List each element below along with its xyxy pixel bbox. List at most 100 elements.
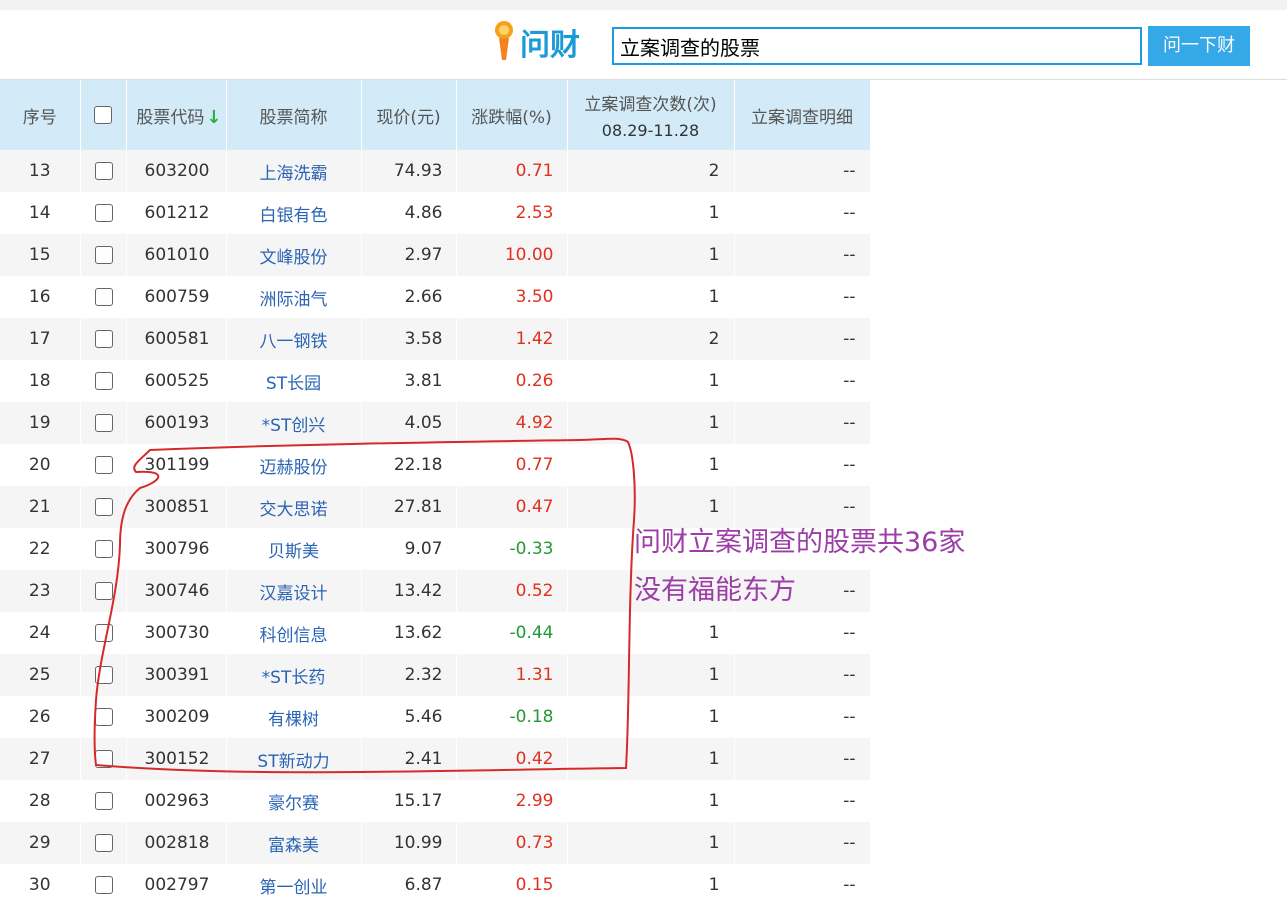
header-change[interactable]: 涨跌幅(%) [456,80,568,150]
wencai-logo[interactable]: 问财 [490,18,586,63]
row-checkbox[interactable] [94,330,113,348]
row-checkbox[interactable] [94,750,113,768]
stock-name-link[interactable]: ST长园 [226,360,362,402]
header-detail[interactable]: 立案调查明细 [734,80,871,150]
row-checkbox[interactable] [94,876,113,894]
investigation-detail[interactable]: -- [734,150,871,192]
stock-name-link[interactable]: 洲际油气 [226,276,362,318]
row-checkbox-cell[interactable] [80,528,127,570]
stock-name-link[interactable]: ST新动力 [226,738,362,780]
table-row[interactable]: 15 601010 文峰股份 2.97 10.00 1 -- [0,234,1287,276]
table-row[interactable]: 19 600193 *ST创兴 4.05 4.92 1 -- [0,402,1287,444]
table-row[interactable]: 20 301199 迈赫股份 22.18 0.77 1 -- [0,444,1287,486]
stock-name-link[interactable]: 汉嘉设计 [226,570,362,612]
investigation-detail[interactable]: -- [734,402,871,444]
row-checkbox-cell[interactable] [80,318,127,360]
row-checkbox[interactable] [94,372,113,390]
stock-name-link[interactable]: 第一创业 [226,864,362,906]
stock-name-link[interactable]: *ST创兴 [226,402,362,444]
header-index: 序号 [0,80,81,150]
table-row[interactable]: 16 600759 洲际油气 2.66 3.50 1 -- [0,276,1287,318]
row-checkbox[interactable] [94,540,113,558]
table-row[interactable]: 26 300209 有棵树 5.46 -0.18 1 -- [0,696,1287,738]
row-checkbox-cell[interactable] [80,276,127,318]
stock-name-link[interactable]: 八一钢铁 [226,318,362,360]
investigation-detail[interactable]: -- [734,696,871,738]
header-code[interactable]: 股票代码 ↓ [126,80,227,150]
row-checkbox[interactable] [94,792,113,810]
table-row[interactable]: 27 300152 ST新动力 2.41 0.42 1 -- [0,738,1287,780]
investigation-detail[interactable]: -- [734,318,871,360]
stock-name-link[interactable]: 白银有色 [226,192,362,234]
investigation-detail[interactable]: -- [734,822,871,864]
stock-name-link[interactable]: 交大思诺 [226,486,362,528]
stock-code: 600581 [126,318,227,360]
investigation-detail[interactable]: -- [734,192,871,234]
stock-name-link[interactable]: 文峰股份 [226,234,362,276]
table-row[interactable]: 17 600581 八一钢铁 3.58 1.42 2 -- [0,318,1287,360]
header-select-all[interactable] [80,80,127,150]
investigation-detail[interactable]: -- [734,612,871,654]
row-checkbox-cell[interactable] [80,654,127,696]
row-checkbox[interactable] [94,288,113,306]
row-checkbox-cell[interactable] [80,360,127,402]
row-checkbox[interactable] [94,414,113,432]
row-index: 28 [0,780,81,822]
stock-name-link[interactable]: 富森美 [226,822,362,864]
stock-name-link[interactable]: 迈赫股份 [226,444,362,486]
investigation-detail[interactable]: -- [734,444,871,486]
investigation-detail[interactable]: -- [734,780,871,822]
row-checkbox-cell[interactable] [80,444,127,486]
row-index: 15 [0,234,81,276]
row-checkbox[interactable] [94,162,113,180]
investigation-detail[interactable]: -- [734,276,871,318]
stock-name-link[interactable]: 贝斯美 [226,528,362,570]
header-name[interactable]: 股票简称 [226,80,362,150]
row-checkbox[interactable] [94,246,113,264]
table-row[interactable]: 28 002963 豪尔赛 15.17 2.99 1 -- [0,780,1287,822]
row-checkbox[interactable] [94,666,113,684]
row-checkbox[interactable] [94,834,113,852]
row-checkbox-cell[interactable] [80,780,127,822]
row-checkbox[interactable] [94,624,113,642]
row-checkbox[interactable] [94,708,113,726]
table-row[interactable]: 25 300391 *ST长药 2.32 1.31 1 -- [0,654,1287,696]
table-row[interactable]: 29 002818 富森美 10.99 0.73 1 -- [0,822,1287,864]
search-button[interactable]: 问一下财 [1148,26,1250,66]
row-checkbox-cell[interactable] [80,696,127,738]
table-row[interactable]: 14 601212 白银有色 4.86 2.53 1 -- [0,192,1287,234]
row-checkbox-cell[interactable] [80,864,127,906]
row-checkbox[interactable] [94,456,113,474]
table-row[interactable]: 13 603200 上海洗霸 74.93 0.71 2 -- [0,150,1287,192]
investigation-detail[interactable]: -- [734,738,871,780]
table-row[interactable]: 24 300730 科创信息 13.62 -0.44 1 -- [0,612,1287,654]
row-checkbox-cell[interactable] [80,150,127,192]
row-checkbox-cell[interactable] [80,192,127,234]
row-checkbox-cell[interactable] [80,402,127,444]
select-all-checkbox[interactable] [94,106,112,124]
row-checkbox-cell[interactable] [80,822,127,864]
table-row[interactable]: 30 002797 第一创业 6.87 0.15 1 -- [0,864,1287,906]
row-checkbox[interactable] [94,204,113,222]
stock-name-link[interactable]: 科创信息 [226,612,362,654]
row-checkbox[interactable] [94,498,113,516]
investigation-detail[interactable]: -- [734,360,871,402]
row-checkbox-cell[interactable] [80,738,127,780]
stock-name-link[interactable]: 上海洗霸 [226,150,362,192]
stock-name-link[interactable]: *ST长药 [226,654,362,696]
stock-name-link[interactable]: 豪尔赛 [226,780,362,822]
row-checkbox-cell[interactable] [80,234,127,276]
row-checkbox-cell[interactable] [80,570,127,612]
header-price[interactable]: 现价(元) [361,80,457,150]
header-count[interactable]: 立案调查次数(次) 08.29-11.28 [567,80,735,150]
investigation-detail[interactable]: -- [734,234,871,276]
stock-name-link[interactable]: 有棵树 [226,696,362,738]
investigation-detail[interactable]: -- [734,654,871,696]
row-checkbox[interactable] [94,582,113,600]
sort-down-icon[interactable]: ↓ [206,107,221,128]
row-checkbox-cell[interactable] [80,486,127,528]
investigation-detail[interactable]: -- [734,864,871,906]
search-input[interactable] [612,27,1142,65]
row-checkbox-cell[interactable] [80,612,127,654]
table-row[interactable]: 18 600525 ST长园 3.81 0.26 1 -- [0,360,1287,402]
